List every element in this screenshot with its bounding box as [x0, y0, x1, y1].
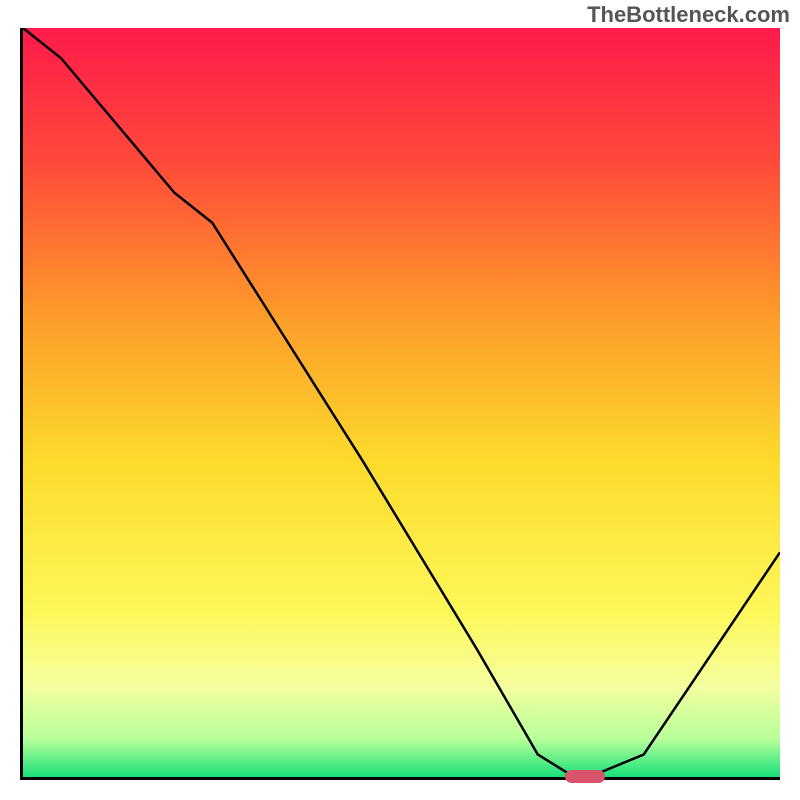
watermark-text: TheBottleneck.com — [587, 2, 790, 28]
chart-plot-area — [20, 28, 780, 780]
chart-svg — [23, 28, 780, 777]
optimum-marker — [565, 770, 605, 783]
chart-background-gradient — [23, 28, 780, 777]
